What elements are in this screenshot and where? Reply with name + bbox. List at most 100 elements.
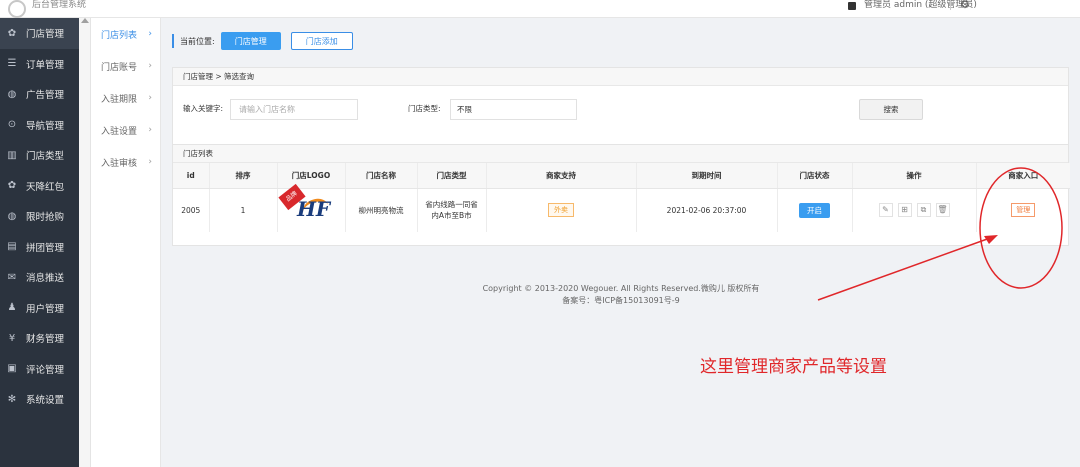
cell-id: 2005 — [173, 188, 210, 232]
column-header: 门店类型 — [417, 163, 487, 189]
sidebar-item-label: 导航管理 — [26, 120, 65, 132]
copy-icon[interactable]: ⧉ — [916, 203, 931, 218]
message-icon: ✉ — [7, 271, 17, 283]
gift-icon: ✿ — [7, 180, 17, 192]
submenu-item-label: 入驻期限 — [101, 94, 138, 105]
ad-icon: ◍ — [7, 88, 17, 100]
sidebar-item-label: 门店类型 — [26, 151, 65, 163]
annotation-text: 这里管理商家产品等设置 — [700, 357, 887, 377]
table-header-row: id 排序 门店LOGO 门店名称 门店类型 商家支持 到期时间 门店状态 操作 商家入口 — [173, 163, 1070, 189]
main-content: 当前位置: 门店管理 门店添加 门店管理 > 筛选查询 输入关键字: 门店类型:… — [162, 18, 1080, 467]
sidebar-item-label: 门店管理 — [26, 29, 65, 41]
cell-type: 省内线路一同省内A市至B市 — [417, 188, 487, 232]
sidebar-item-1[interactable]: ☰ 订单管理 — [0, 49, 79, 80]
icp-text: 备案号：粤ICP备15013091号-9 — [562, 296, 680, 305]
submenu-item-0[interactable]: 门店列表 › — [91, 18, 160, 50]
search-button[interactable]: 搜索 — [859, 99, 923, 120]
compass-icon: ⊙ — [7, 119, 17, 131]
filter-row: 输入关键字: 门店类型: 不限 搜索 — [173, 99, 1068, 120]
store-list-panel: 门店列表 id 排序 门店LOGO 门店名称 门店类型 商家支持 到期时间 门店状态 操作 商家入… — [172, 144, 1070, 246]
store-add-button[interactable]: 门店添加 — [290, 32, 353, 50]
brand-logo-icon — [8, 0, 26, 18]
submenu-item-4[interactable]: 入驻审核 › — [91, 146, 160, 178]
column-header: 门店LOGO — [277, 163, 346, 189]
sidebar-item-6[interactable]: ◍ 限时抢购 — [0, 201, 79, 232]
column-header: 门店名称 — [345, 163, 418, 189]
keyword-label: 输入关键字: — [183, 104, 224, 113]
submenu-item-label: 门店列表 — [101, 30, 138, 41]
sidebar-item-label: 天降红包 — [26, 181, 65, 193]
sidebar-item-11[interactable]: ▣ 评论管理 — [0, 354, 79, 385]
column-header: id — [173, 163, 210, 189]
sidebar-item-12[interactable]: ✻ 系统设置 — [0, 384, 79, 415]
cell-sort: 1 — [209, 188, 278, 232]
scrollbar[interactable] — [79, 18, 91, 467]
edit-icon[interactable]: ✎ — [878, 203, 893, 218]
column-header: 排序 — [209, 163, 278, 189]
sidebar-item-4[interactable]: ▥ 门店类型 — [0, 140, 79, 171]
sidebar-item-0[interactable]: ✿ 门店管理 — [0, 18, 79, 49]
yen-icon: ¥ — [8, 332, 16, 344]
submenu-item-label: 入驻审核 — [101, 158, 138, 169]
column-header: 门店状态 — [777, 163, 853, 189]
scroll-up-icon[interactable] — [81, 18, 89, 23]
submenu-item-2[interactable]: 入驻期限 › — [91, 82, 160, 114]
brand-title: 后台管理系统 — [32, 0, 87, 10]
support-badge: 外卖 — [548, 203, 574, 218]
store-logo: HF 品牌 — [278, 184, 337, 227]
chevron-right-icon: › — [148, 157, 152, 167]
manage-button[interactable]: 管理 — [1011, 203, 1036, 218]
divider — [950, 0, 951, 10]
top-bar: 后台管理系统 管理员 admin (超级管理员) ⚙ — [0, 0, 1080, 18]
sidebar-item-8[interactable]: ✉ 消息推送 — [0, 262, 79, 293]
sidebar-item-7[interactable]: ▤ 拼团管理 — [0, 232, 79, 263]
timer-icon: ◍ — [7, 210, 17, 222]
cell-support: 外卖 — [486, 188, 637, 232]
list-icon: ☰ — [7, 58, 17, 70]
sidebar-item-3[interactable]: ⊙ 导航管理 — [0, 110, 79, 141]
submenu-item-label: 入驻设置 — [101, 126, 138, 137]
submenu-item-label: 门店账号 — [101, 62, 138, 73]
breadcrumb-marker — [172, 34, 174, 48]
column-header: 商家入口 — [976, 163, 1070, 189]
chevron-right-icon: › — [148, 61, 152, 71]
sidebar: ✿ 门店管理 ☰ 订单管理 ◍ 广告管理 ⊙ 导航管理 ▥ 门店类型 ✿ 天降红包 ◍ 限时抢购 ▤ 拼团管理… — [0, 18, 79, 467]
sidebar-item-label: 系统设置 — [26, 395, 65, 407]
cell-entry: 管理 — [976, 188, 1070, 232]
sidebar-item-10[interactable]: ¥ 财务管理 — [0, 323, 79, 354]
sidebar-item-label: 评论管理 — [26, 364, 65, 376]
chevron-right-icon: › — [148, 125, 152, 135]
user-icon[interactable] — [848, 2, 856, 10]
submenu: 门店列表 › 门店账号 › 入驻期限 › 入驻设置 › 入驻审核 › — [91, 18, 161, 467]
store-icon: ✿ — [7, 27, 17, 39]
cell-ops: ✎ ⊞ ⧉ 🗑 — [852, 188, 977, 232]
sidebar-item-9[interactable]: ♟ 用户管理 — [0, 293, 79, 324]
filter-panel: 门店管理 > 筛选查询 输入关键字: 门店类型: 不限 搜索 — [172, 67, 1069, 156]
store-type-select[interactable]: 不限 — [450, 99, 577, 120]
sidebar-item-5[interactable]: ✿ 天降红包 — [0, 171, 79, 202]
delete-icon[interactable]: 🗑 — [935, 203, 950, 218]
store-manage-button[interactable]: 门店管理 — [220, 32, 281, 50]
sidebar-item-label: 订单管理 — [26, 59, 65, 71]
keyword-input[interactable] — [230, 99, 358, 120]
sidebar-item-2[interactable]: ◍ 广告管理 — [0, 79, 79, 110]
status-badge[interactable]: 开启 — [799, 202, 830, 218]
submenu-item-3[interactable]: 入驻设置 › — [91, 114, 160, 146]
row-actions: ✎ ⊞ ⧉ 🗑 — [878, 203, 950, 218]
column-header: 到期时间 — [636, 163, 778, 189]
store-table: id 排序 门店LOGO 门店名称 门店类型 商家支持 到期时间 门店状态 操作 商家入口 200… — [173, 163, 1070, 232]
sidebar-item-label: 消息推送 — [26, 273, 65, 285]
list-title: 门店列表 — [173, 145, 1068, 163]
chevron-right-icon: › — [148, 93, 152, 103]
gear-icon[interactable]: ⚙ — [960, 0, 970, 10]
group-icon: ▤ — [7, 241, 17, 253]
gear-icon: ✻ — [7, 393, 17, 405]
cell-expire: 2021-02-06 20:37:00 — [636, 188, 778, 232]
submenu-item-1[interactable]: 门店账号 › — [91, 50, 160, 82]
breadcrumb-label: 当前位置: — [180, 36, 215, 46]
qrcode-icon[interactable]: ⊞ — [897, 203, 912, 218]
table-row: 2005 1 HF 品牌 柳州明亮物流 省内线路一同省内A市至B市 外卖 202… — [173, 184, 1070, 232]
comment-icon: ▣ — [7, 363, 17, 375]
column-header: 操作 — [852, 163, 977, 189]
user-icon: ♟ — [7, 302, 17, 314]
